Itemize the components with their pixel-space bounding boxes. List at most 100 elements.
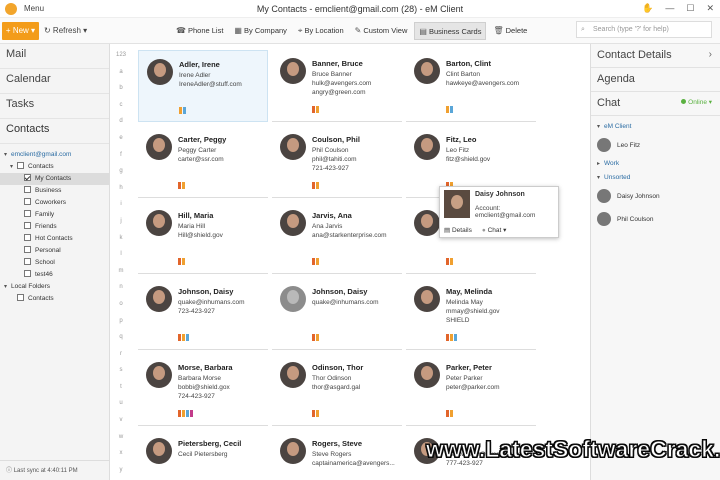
tree-folder-item[interactable]: My Contacts xyxy=(0,173,109,185)
new-button[interactable]: + New ▾ xyxy=(2,22,39,40)
alphabet-letter[interactable]: k xyxy=(112,235,130,252)
checkbox[interactable] xyxy=(24,234,31,241)
chat-group[interactable]: ▾ Unsorted xyxy=(591,171,720,185)
chat-group[interactable]: ▸ Work xyxy=(591,157,720,171)
checkbox[interactable] xyxy=(17,162,24,169)
alphabet-letter[interactable]: r xyxy=(112,351,130,368)
contact-card[interactable]: Jarvis, Ana Ana Jarvis ana@starkenterprise… xyxy=(272,202,402,274)
contact-card[interactable]: Johnson, Daisy quake@inhumans.com xyxy=(272,278,402,350)
contact-card[interactable]: Barton, Clint Clint Barton hawkeye@avenger… xyxy=(406,50,536,122)
tree-folder-item[interactable]: School xyxy=(0,257,109,269)
contact-card[interactable]: Carter, Peggy Peggy Carter carter@ssr.com xyxy=(138,126,268,198)
custom-view-button[interactable]: ✎ Custom View xyxy=(351,22,412,40)
search-input[interactable]: ⌕ Search (type '?' for help) xyxy=(576,21,712,38)
delete-button[interactable]: 🗑 Delete xyxy=(489,22,531,40)
contact-name: Pietersberg, Cecil xyxy=(178,439,242,448)
tree-folder-item[interactable]: test46 xyxy=(0,269,109,281)
alphabet-letter[interactable]: i xyxy=(112,201,130,218)
agenda-header[interactable]: Agenda xyxy=(591,68,720,92)
popup-details-button[interactable]: ▤ Details xyxy=(444,226,472,234)
alphabet-letter[interactable]: t xyxy=(112,384,130,401)
tree-local-folders[interactable]: ▾ Local Folders xyxy=(0,281,109,293)
tree-folder-item[interactable]: Coworkers xyxy=(0,197,109,209)
alphabet-letter[interactable]: l xyxy=(112,251,130,268)
alphabet-letter[interactable]: u xyxy=(112,400,130,417)
checkbox[interactable] xyxy=(24,270,31,277)
alphabet-letter[interactable]: n xyxy=(112,284,130,301)
tree-folder-item[interactable]: Friends xyxy=(0,221,109,233)
close-icon[interactable]: ✕ xyxy=(706,3,714,14)
alphabet-letter[interactable]: b xyxy=(112,85,130,102)
alphabet-letter[interactable]: x xyxy=(112,450,130,467)
alphabet-letter[interactable]: e xyxy=(112,135,130,152)
nav-mail[interactable]: Mail xyxy=(0,44,109,69)
checkbox[interactable] xyxy=(17,294,24,301)
contact-avatar xyxy=(414,210,440,236)
alphabet-letter[interactable]: d xyxy=(112,118,130,135)
business-cards-button[interactable]: ▤ Business Cards xyxy=(414,22,487,40)
online-status-dropdown[interactable]: Online ▾ xyxy=(681,92,712,114)
popup-chat-button[interactable]: ● Chat ▾ xyxy=(482,226,507,234)
alphabet-letter[interactable]: o xyxy=(112,301,130,318)
nav-tasks[interactable]: Tasks xyxy=(0,94,109,119)
contact-card[interactable]: Coulson, Phil Phil Coulson phil@tahiti.com… xyxy=(272,126,402,198)
contact-details-header[interactable]: Contact Details › xyxy=(591,44,720,68)
contact-card[interactable]: Odinson, Thor Thor Odinson thor@asgard.gal xyxy=(272,354,402,426)
alphabet-letter[interactable]: 123 xyxy=(112,52,130,69)
alphabet-letter[interactable]: p xyxy=(112,318,130,335)
contact-card[interactable]: Adler, Irene Irene Adler IreneAdler@stuff.… xyxy=(138,50,268,122)
by-location-button[interactable]: ⌖ By Location xyxy=(294,22,348,40)
tree-folder-item[interactable]: Hot Contacts xyxy=(0,233,109,245)
tree-folder-item[interactable]: Family xyxy=(0,209,109,221)
tree-local-contacts[interactable]: Contacts xyxy=(0,293,109,305)
contact-card[interactable]: Banner, Bruce Bruce Banner hulk@avengers.c… xyxy=(272,50,402,122)
contact-card[interactable]: Hill, Maria Maria Hill Hill@shield.gov xyxy=(138,202,268,274)
chat-group[interactable]: ▾ eM Client xyxy=(591,120,720,134)
contact-card[interactable]: Rogers, Steve Steve Rogers captainamerica@… xyxy=(272,430,402,480)
alphabet-letter[interactable]: c xyxy=(112,102,130,119)
chat-groups: ▾ eM Client Leo Fitz ▸ Work ▾ Unsorted Daisy Jo… xyxy=(591,116,720,231)
alphabet-letter[interactable]: y xyxy=(112,467,130,480)
tree-folder-item[interactable]: Business xyxy=(0,185,109,197)
chat-buddy[interactable]: Daisy Johnson xyxy=(591,185,720,208)
contact-card[interactable]: Pietersberg, Cecil Cecil Pietersberg xyxy=(138,430,268,480)
nav-calendar[interactable]: Calendar xyxy=(0,69,109,94)
alphabet-letter[interactable]: a xyxy=(112,69,130,86)
tree-account[interactable]: ▾ emclient@gmail.com xyxy=(0,149,109,161)
contact-card[interactable]: May, Melinda Melinda May mmay@shield.gov SH… xyxy=(406,278,536,350)
checkbox[interactable] xyxy=(24,258,31,265)
alphabet-letter[interactable]: v xyxy=(112,417,130,434)
alphabet-letter[interactable]: h xyxy=(112,185,130,202)
tree-contacts-folder[interactable]: ▾ Contacts xyxy=(0,161,109,173)
tree-folder-item[interactable]: Personal xyxy=(0,245,109,257)
minimize-icon[interactable]: — xyxy=(665,3,674,14)
contact-card[interactable]: Johnson, Daisy quake@inhumans.com 723-423-… xyxy=(138,278,268,350)
maximize-icon[interactable]: ☐ xyxy=(686,3,694,14)
chevron-right-icon[interactable]: › xyxy=(709,44,712,66)
chat-buddy[interactable]: Leo Fitz xyxy=(591,134,720,157)
alphabet-letter[interactable]: w xyxy=(112,434,130,451)
contact-card[interactable]: Morse, Barbara Barbara Morse bobbi@shield.… xyxy=(138,354,268,426)
alphabet-letter[interactable]: j xyxy=(112,218,130,235)
category-tag xyxy=(316,334,319,341)
phone-list-button[interactable]: ☎ Phone List xyxy=(172,22,227,40)
checkbox[interactable] xyxy=(24,174,31,181)
alphabet-letter[interactable]: m xyxy=(112,268,130,285)
contact-detail-line: 724-423-927 xyxy=(178,393,215,400)
alphabet-letter[interactable]: g xyxy=(112,168,130,185)
category-tags xyxy=(446,334,457,341)
alphabet-letter[interactable]: q xyxy=(112,334,130,351)
alphabet-letter[interactable]: s xyxy=(112,367,130,384)
alphabet-letter[interactable]: f xyxy=(112,152,130,169)
checkbox[interactable] xyxy=(24,222,31,229)
contact-card[interactable]: Parker, Peter Peter Parker peter@parker.co… xyxy=(406,354,536,426)
checkbox[interactable] xyxy=(24,210,31,217)
nav-contacts[interactable]: Contacts xyxy=(0,119,109,144)
checkbox[interactable] xyxy=(24,198,31,205)
refresh-button[interactable]: ↻ Refresh ▾ xyxy=(44,26,87,35)
chat-buddy[interactable]: Phil Coulson xyxy=(591,208,720,231)
hand-icon[interactable]: ✋ xyxy=(642,3,653,14)
by-company-button[interactable]: ▦ By Company xyxy=(230,22,291,40)
checkbox[interactable] xyxy=(24,186,31,193)
checkbox[interactable] xyxy=(24,246,31,253)
